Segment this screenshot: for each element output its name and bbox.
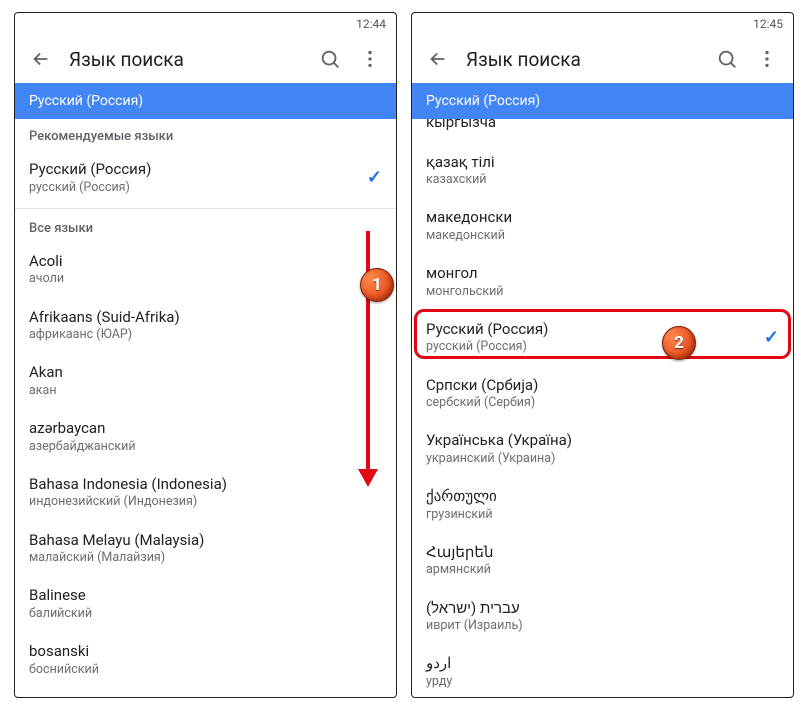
language-item[interactable]: עברית (ישראל)иврит (Израиль) <box>412 589 793 645</box>
language-item[interactable]: Српски (Србија)сербский (Сербия) <box>412 366 793 422</box>
search-button[interactable] <box>310 39 350 79</box>
language-list[interactable]: Рекомендуемые языки Русский (Россия)русс… <box>15 119 396 697</box>
language-secondary: боснийский <box>29 662 382 678</box>
check-icon: ✓ <box>367 167 382 188</box>
section-recommended: Рекомендуемые языки <box>15 119 396 150</box>
language-primary: Akan <box>29 363 382 383</box>
language-item[interactable]: Bahasa Melayu (Malaysia)малайский (Малай… <box>15 521 396 577</box>
language-item[interactable]: ქართულიгрузинский <box>412 477 793 533</box>
language-item[interactable]: қазақ тіліказахский <box>412 143 793 199</box>
phone-right: 12:45 Язык поиска Русский (Россия) кыргы… <box>411 12 794 698</box>
language-secondary: казахский <box>426 172 779 188</box>
language-item[interactable]: Afrikaans (Suid-Afrika)африкаанс (ЮАР) <box>15 298 396 354</box>
check-icon: ✓ <box>764 327 779 348</box>
language-primary: македонски <box>426 208 779 228</box>
language-primary: Українська (Україна) <box>426 431 779 451</box>
language-secondary: украинский (Украина) <box>426 451 779 467</box>
language-primary: azərbaycan <box>29 419 382 439</box>
language-primary: Bahasa Melayu (Malaysia) <box>29 531 382 551</box>
selected-language-bar: Русский (Россия) <box>15 83 396 119</box>
language-secondary: африкаанс (ЮАР) <box>29 327 382 343</box>
language-item[interactable]: Akanакан <box>15 353 396 409</box>
phone-left: 12:44 Язык поиска Русский (Россия) Реком… <box>14 12 397 698</box>
language-primary: Српски (Србија) <box>426 376 779 396</box>
language-secondary: ачоли <box>29 271 382 287</box>
app-bar: Язык поиска <box>15 35 396 83</box>
language-primary: кыргызча <box>426 119 779 133</box>
language-item[interactable]: bosanskiбоснийский <box>15 632 396 688</box>
language-item[interactable]: Русский (Россия)русский (Россия)✓ <box>412 310 793 366</box>
language-secondary: македонский <box>426 228 779 244</box>
language-item[interactable]: Українська (Україна)украинский (Украина) <box>412 421 793 477</box>
language-primary: bosanski <box>29 642 382 662</box>
language-secondary: монгольский <box>426 284 779 300</box>
language-item[interactable]: Català (Espanya)каталанский (Испания) <box>15 688 396 697</box>
language-item[interactable]: Bahasa Indonesia (Indonesia)индонезийски… <box>15 465 396 521</box>
language-primary: монгол <box>426 264 779 284</box>
language-secondary: иврит (Израиль) <box>426 618 779 634</box>
language-primary: اردو <box>426 654 779 674</box>
search-icon <box>319 48 341 70</box>
language-primary: Русский (Россия) <box>426 320 764 340</box>
arrow-back-icon <box>30 48 52 70</box>
language-primary: ქართული <box>426 487 779 507</box>
language-primary: Acoli <box>29 252 382 272</box>
language-secondary: индонезийский (Индонезия) <box>29 494 382 510</box>
language-secondary: акан <box>29 383 382 399</box>
more-vert-icon <box>359 48 381 70</box>
language-primary: қазақ тілі <box>426 153 779 173</box>
language-secondary: армянский <box>426 562 779 578</box>
language-primary: Afrikaans (Suid-Afrika) <box>29 308 382 328</box>
back-button[interactable] <box>418 39 458 79</box>
language-secondary: русский (Россия) <box>426 339 764 355</box>
language-secondary: грузинский <box>426 507 779 523</box>
more-button[interactable] <box>350 39 390 79</box>
status-bar: 12:45 <box>412 13 793 35</box>
selected-language-bar: Русский (Россия) <box>412 83 793 119</box>
language-item[interactable]: кыргызча <box>412 119 793 143</box>
language-primary: עברית (ישראל) <box>426 599 779 619</box>
language-item[interactable]: Acoliачоли <box>15 242 396 298</box>
language-item[interactable]: монголмонгольский <box>412 254 793 310</box>
status-time: 12:45 <box>753 17 783 31</box>
back-button[interactable] <box>21 39 61 79</box>
language-secondary: русский (Россия) <box>29 180 367 196</box>
search-icon <box>716 48 738 70</box>
language-primary: Русский (Россия) <box>29 160 367 180</box>
language-list[interactable]: кыргызчақазақ тіліказахскиймакедонскимак… <box>412 119 793 697</box>
language-primary: Հայերեն <box>426 543 779 563</box>
status-bar: 12:44 <box>15 13 396 35</box>
divider <box>15 208 396 209</box>
language-item[interactable]: Հայերենармянский <box>412 533 793 589</box>
language-primary: Bahasa Indonesia (Indonesia) <box>29 475 382 495</box>
language-secondary: малайский (Малайзия) <box>29 550 382 566</box>
app-bar: Язык поиска <box>412 35 793 83</box>
language-secondary: урду <box>426 674 779 690</box>
page-title: Язык поиска <box>458 48 707 71</box>
status-time: 12:44 <box>356 17 386 31</box>
more-vert-icon <box>756 48 778 70</box>
language-item[interactable]: македонскимакедонский <box>412 198 793 254</box>
language-item[interactable]: اردوурду <box>412 644 793 697</box>
arrow-back-icon <box>427 48 449 70</box>
language-item[interactable]: Balineseбалийский <box>15 576 396 632</box>
search-button[interactable] <box>707 39 747 79</box>
language-primary: Balinese <box>29 586 382 606</box>
language-secondary: балийский <box>29 606 382 622</box>
language-item[interactable]: azərbaycanазербайджанский <box>15 409 396 465</box>
language-secondary: азербайджанский <box>29 439 382 455</box>
page-title: Язык поиска <box>61 48 310 71</box>
language-secondary: сербский (Сербия) <box>426 395 779 411</box>
more-button[interactable] <box>747 39 787 79</box>
section-all: Все языки <box>15 211 396 242</box>
language-item[interactable]: Русский (Россия)русский (Россия)✓ <box>15 150 396 206</box>
